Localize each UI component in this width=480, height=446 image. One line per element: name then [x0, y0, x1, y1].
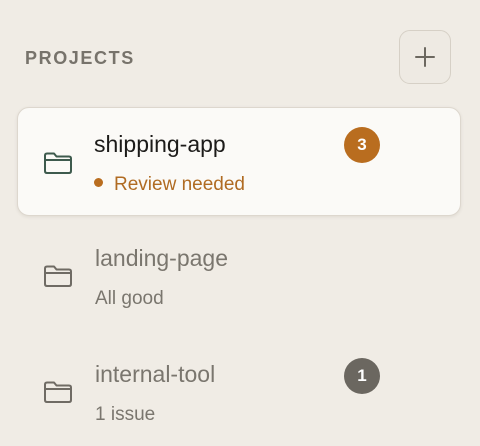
- project-name: landing-page: [95, 245, 229, 271]
- folder-icon: [44, 381, 72, 403]
- folder-icon: [44, 152, 72, 174]
- folder-icon: [44, 265, 72, 287]
- project-item-landing-page[interactable]: landing-page All good: [17, 221, 461, 330]
- project-badge: 3: [344, 127, 380, 163]
- project-status: Review needed: [94, 174, 245, 196]
- project-status: 1 issue: [95, 404, 156, 425]
- project-item-shipping-app[interactable]: shipping-app 3 Review needed: [17, 107, 461, 216]
- project-name: internal-tool: [95, 361, 216, 387]
- status-dot: [94, 178, 103, 188]
- projects-header: PROJECTS: [24, 30, 460, 84]
- projects-title: PROJECTS: [25, 48, 135, 68]
- project-badge: 1: [344, 358, 380, 394]
- project-status: All good: [95, 288, 164, 309]
- project-name: shipping-app: [94, 131, 226, 157]
- add-project-button[interactable]: [399, 30, 451, 84]
- plus-icon: [415, 47, 435, 67]
- project-status-text: Review needed: [114, 174, 245, 195]
